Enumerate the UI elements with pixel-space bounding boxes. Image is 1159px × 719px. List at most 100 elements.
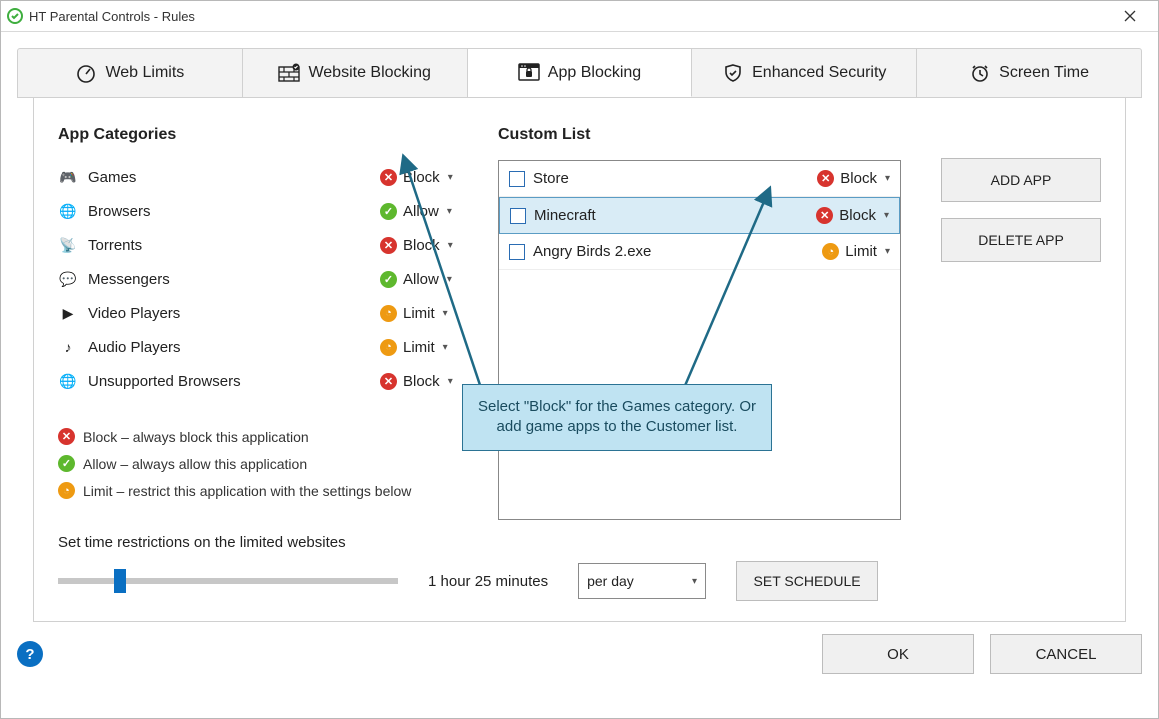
gamepad-icon: 🎮 [58,169,78,186]
app-exe-icon [510,208,526,224]
per-select[interactable]: per day ▾ [578,563,706,599]
chevron-down-icon: ▾ [443,308,448,319]
app-exe-icon [509,171,525,187]
category-row-video: ▶ Video Players ◔ Limit ▾ [58,296,458,330]
chevron-down-icon: ▾ [884,210,889,221]
category-name: Browsers [88,203,380,220]
button-label: ADD APP [991,172,1052,188]
wall-icon [278,62,300,84]
custom-list[interactable]: Store ✕ Block ▾ Minecraft ✕ [498,160,901,520]
block-icon: ✕ [817,170,834,187]
chevron-down-icon: ▾ [448,240,453,251]
time-restriction: Set time restrictions on the limited web… [58,534,1101,601]
category-name: Unsupported Browsers [88,373,380,390]
side-buttons: ADD APP DELETE APP [941,126,1101,520]
gauge-icon [75,62,97,84]
list-item[interactable]: Minecraft ✕ Block ▾ [499,197,900,234]
ok-button[interactable]: OK [822,634,974,674]
music-icon: ♪ [58,339,78,355]
block-icon: ✕ [58,428,75,445]
category-name: Torrents [88,237,380,254]
tabs-container: Web Limits Website Blocking App Blocking… [1,32,1158,622]
category-action-select[interactable]: ✓ Allow ▾ [380,271,458,288]
globe-icon: 🌐 [58,203,78,220]
action-text: Allow [403,271,439,288]
tab-screen-time[interactable]: Screen Time [917,49,1141,97]
add-app-button[interactable]: ADD APP [941,158,1101,202]
category-action-select[interactable]: ◔ Limit ▾ [380,305,458,322]
category-action-select[interactable]: ✕ Block ▾ [380,373,458,390]
tab-label: App Blocking [548,64,641,82]
category-action-select[interactable]: ✕ Block ▾ [380,169,458,186]
list-item[interactable]: Store ✕ Block ▾ [499,161,900,197]
app-exe-icon [509,244,525,260]
clock-icon [969,62,991,84]
app-name: Minecraft [534,207,808,224]
category-row-games: 🎮 Games ✕ Block ▾ [58,160,458,194]
tab-website-blocking[interactable]: Website Blocking [243,49,468,97]
set-schedule-button[interactable]: SET SCHEDULE [736,561,878,601]
block-icon: ✕ [380,373,397,390]
legend-limit: ◔ Limit – restrict this application with… [58,482,458,499]
app-name: Angry Birds 2.exe [533,243,812,260]
torrent-icon: 📡 [58,237,78,254]
globe-icon: 🌐 [58,373,78,390]
callout: Select "Block" for the Games category. O… [462,384,772,451]
tab-enhanced-security[interactable]: Enhanced Security [692,49,917,97]
limit-icon: ◔ [380,305,397,322]
action-text: Block [840,170,877,187]
help-button[interactable]: ? [17,641,43,667]
time-slider[interactable] [58,569,398,593]
slider-thumb[interactable] [114,569,126,593]
block-icon: ✕ [380,169,397,186]
app-lock-icon [518,62,540,84]
category-action-select[interactable]: ✕ Block ▾ [380,237,458,254]
list-item[interactable]: Angry Birds 2.exe ◔ Limit ▾ [499,234,900,270]
button-label: DELETE APP [978,232,1064,248]
tab-app-blocking[interactable]: App Blocking [468,49,693,97]
tab-label: Screen Time [999,64,1089,82]
button-label: CANCEL [1036,646,1097,663]
category-action-select[interactable]: ✓ Allow ▾ [380,203,458,220]
limit-icon: ◔ [380,339,397,356]
titlebar: HT Parental Controls - Rules [1,1,1158,32]
category-action-select[interactable]: ◔ Limit ▾ [380,339,458,356]
legend-allow: ✓ Allow – always allow this application [58,455,458,472]
close-button[interactable] [1110,1,1150,31]
chevron-down-icon: ▾ [885,173,890,184]
legend-text: Allow – always allow this application [83,456,307,472]
categories-section: App Categories 🎮 Games ✕ Block ▾ 🌐 Brows… [58,126,458,520]
action-text: Limit [403,305,435,322]
cancel-button[interactable]: CANCEL [990,634,1142,674]
app-name: Store [533,170,809,187]
close-icon [1124,10,1136,22]
app-icon [7,8,23,24]
list-action-select[interactable]: ✕ Block ▾ [817,170,890,187]
select-value: per day [587,573,634,589]
category-row-audio: ♪ Audio Players ◔ Limit ▾ [58,330,458,364]
category-name: Video Players [88,305,380,322]
tab-label: Web Limits [105,64,184,82]
category-row-browsers: 🌐 Browsers ✓ Allow ▾ [58,194,458,228]
list-action-select[interactable]: ✕ Block ▾ [816,207,889,224]
allow-icon: ✓ [380,271,397,288]
action-text: Limit [403,339,435,356]
category-name: Games [88,169,380,186]
time-label: Set time restrictions on the limited web… [58,534,1101,551]
tab-web-limits[interactable]: Web Limits [18,49,243,97]
delete-app-button[interactable]: DELETE APP [941,218,1101,262]
block-icon: ✕ [816,207,833,224]
tabs: Web Limits Website Blocking App Blocking… [17,48,1142,98]
legend-text: Block – always block this application [83,429,309,445]
block-icon: ✕ [380,237,397,254]
custom-list-title: Custom List [498,126,901,144]
category-name: Messengers [88,271,380,288]
chevron-down-icon: ▾ [692,576,697,587]
dialog-footer: ? OK CANCEL [1,622,1158,686]
chevron-down-icon: ▾ [447,274,452,285]
question-icon: ? [25,646,34,663]
list-action-select[interactable]: ◔ Limit ▾ [820,243,890,260]
play-icon: ▶ [58,305,78,322]
chevron-down-icon: ▾ [448,376,453,387]
limit-icon: ◔ [822,243,839,260]
